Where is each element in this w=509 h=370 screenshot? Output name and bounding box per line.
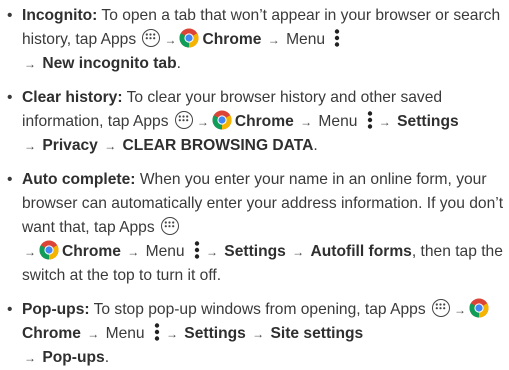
arrow: → [205, 245, 218, 259]
arrow: → [300, 115, 313, 129]
bullet: • [7, 89, 13, 106]
list-item-auto-complete: • Auto complete: When you enter your nam… [6, 168, 509, 288]
arrow: → [378, 115, 391, 129]
tips-list: • Incognito: To open a tab that won’t ap… [0, 0, 509, 366]
chrome-icon [212, 110, 232, 130]
bullet: • [7, 171, 13, 188]
apps-icon [160, 217, 179, 235]
chrome-icon [39, 240, 59, 260]
step-settings: Settings [397, 113, 459, 130]
chrome-icon [179, 28, 199, 48]
chrome-label: Chrome [62, 243, 121, 260]
term-auto-complete: Auto complete: [22, 171, 136, 188]
arrow: → [24, 351, 36, 365]
item-text: To stop pop-up windows from opening, tap… [89, 301, 430, 318]
apps-icon [174, 111, 193, 129]
term-pop-ups: Pop-ups: [22, 301, 90, 318]
arrow: → [164, 33, 177, 47]
arrow: → [252, 327, 265, 341]
menu-icon [335, 29, 340, 47]
term-incognito: Incognito: [22, 7, 98, 24]
chrome-label: Chrome [202, 31, 262, 48]
menu-icon [367, 111, 372, 129]
bullet: • [7, 7, 13, 24]
step-settings: Settings [224, 243, 286, 260]
step-site-settings: Site settings [270, 325, 364, 342]
menu-icon [194, 241, 200, 259]
apps-icon [142, 29, 161, 47]
chrome-icon [469, 298, 489, 318]
chrome-label: Chrome [234, 113, 294, 130]
arrow: → [87, 327, 100, 341]
arrow: → [104, 139, 117, 153]
item-end: . [176, 55, 181, 72]
list-item-pop-ups: • Pop-ups: To stop pop-up windows from o… [6, 298, 509, 370]
arrow: → [453, 303, 466, 317]
arrow: → [24, 57, 36, 71]
arrow: → [267, 33, 280, 47]
list-item-clear-history: • Clear history: To clear your browser h… [6, 86, 509, 158]
step-settings: Settings [184, 325, 246, 342]
step-pop-ups: Pop-ups [42, 349, 105, 366]
menu-label: Menu [101, 325, 149, 342]
arrow: → [127, 245, 140, 259]
item-end: . [104, 349, 110, 366]
chrome-label: Chrome [22, 325, 81, 342]
term-clear-history: Clear history: [22, 89, 123, 106]
step-clear-browsing-data: CLEAR BROWSING DATA [122, 137, 314, 154]
list-item-incognito: • Incognito: To open a tab that won’t ap… [6, 4, 509, 76]
step-autofill-forms: Autofill forms [310, 243, 412, 260]
menu-icon [154, 323, 160, 341]
arrow: → [24, 245, 36, 259]
bullet: • [7, 301, 13, 318]
step-new-incognito-tab: New incognito tab [42, 55, 177, 72]
menu-label: Menu [314, 113, 362, 130]
menu-label: Menu [141, 243, 189, 260]
arrow: → [196, 115, 209, 129]
arrow: → [24, 139, 36, 153]
apps-icon [431, 299, 450, 317]
step-privacy: Privacy [42, 137, 98, 154]
menu-label: Menu [281, 31, 330, 48]
item-end: . [313, 137, 318, 154]
arrow: → [165, 327, 178, 341]
arrow: → [292, 245, 305, 259]
